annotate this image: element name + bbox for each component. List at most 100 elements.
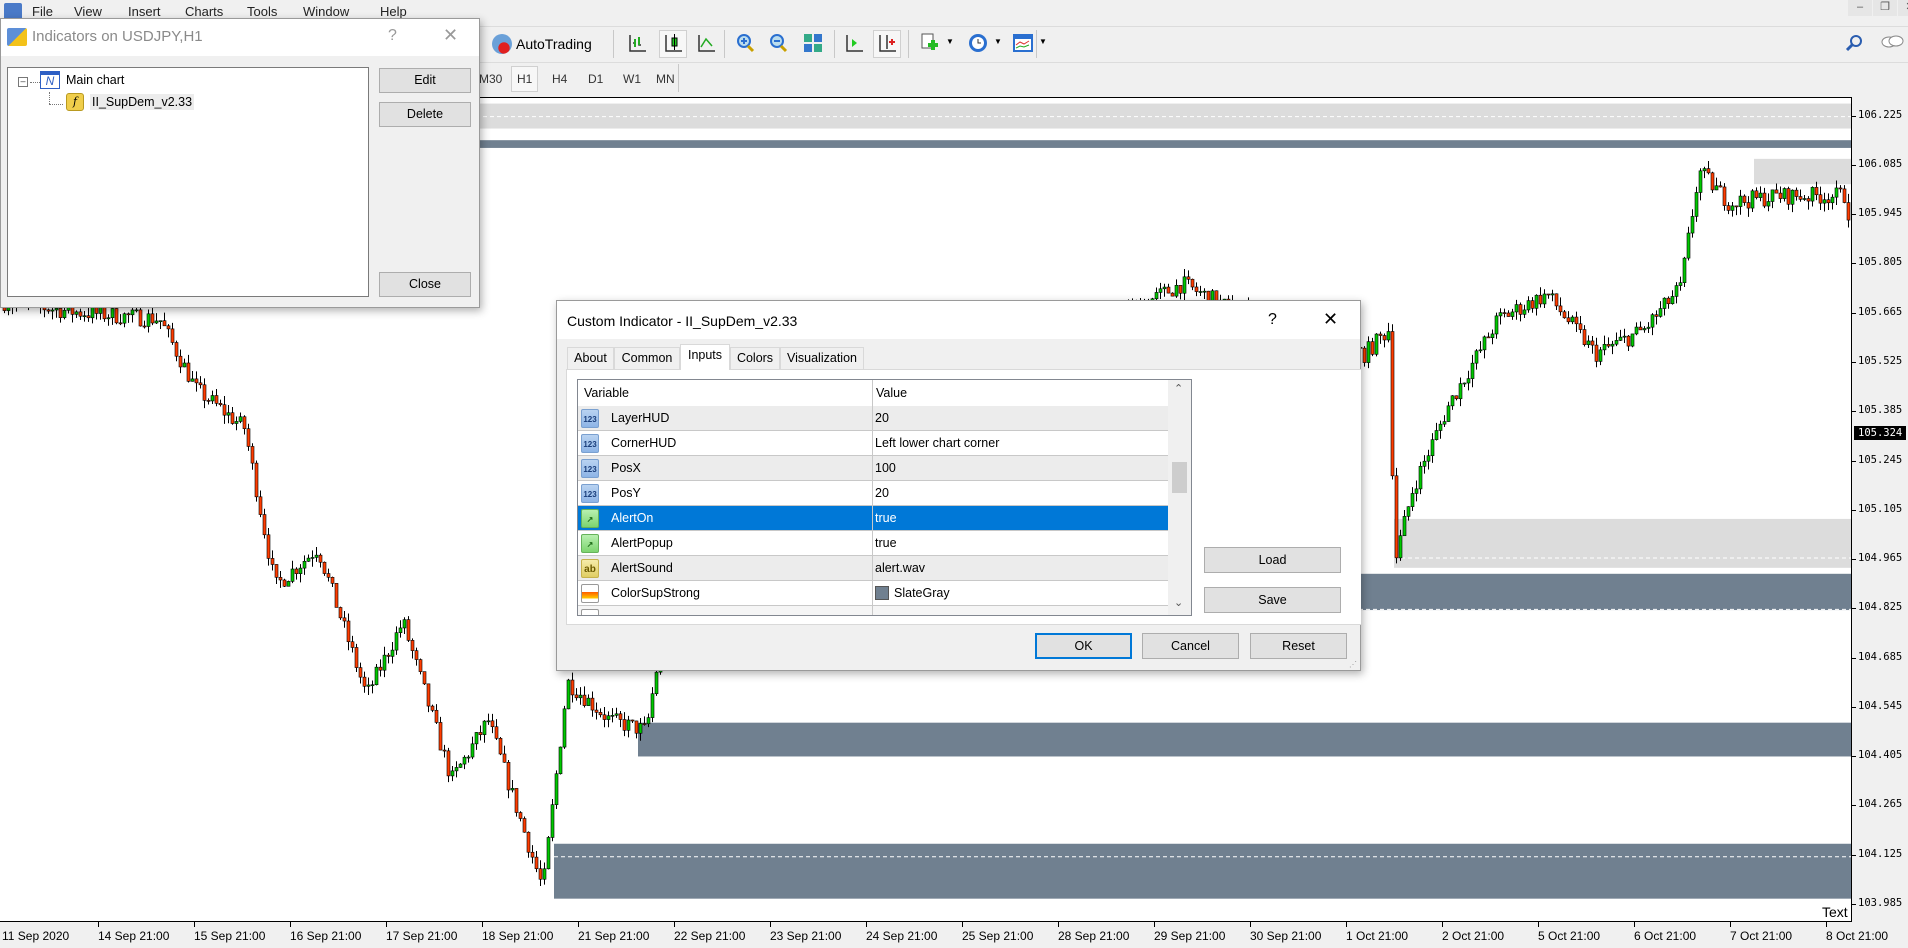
- scroll-thumb[interactable]: [1172, 462, 1187, 493]
- variable-value[interactable]: SlateGray: [894, 586, 950, 600]
- help-button[interactable]: ?: [1268, 311, 1277, 329]
- zoom-out-button[interactable]: [764, 30, 792, 58]
- time-tick: [386, 922, 387, 927]
- price-label: 104.965: [1858, 552, 1903, 565]
- grid-row-cornerhud[interactable]: 123 CornerHUD Left lower chart corner: [578, 431, 1168, 456]
- column-header-variable[interactable]: Variable: [584, 386, 629, 400]
- dropdown-arrow-icon[interactable]: ▼: [946, 37, 954, 46]
- ok-button[interactable]: OK: [1035, 633, 1132, 659]
- variable-value[interactable]: 20: [875, 486, 889, 500]
- minimize-button[interactable]: –: [1848, 0, 1872, 16]
- tab-inputs[interactable]: Inputs: [680, 344, 730, 370]
- tab-common[interactable]: Common: [614, 347, 680, 369]
- restore-button[interactable]: ❐: [1873, 0, 1897, 16]
- timeframe-h4[interactable]: H4: [547, 66, 572, 92]
- bull-candle: [130, 309, 135, 316]
- bull-candle: [466, 756, 471, 759]
- dialog-titlebar[interactable]: Indicators on USDJPY,H1 ? ✕: [1, 19, 479, 56]
- scroll-down-icon[interactable]: ⌄: [1174, 596, 1183, 609]
- bear-candle: [1778, 192, 1783, 199]
- bull-candle: [546, 837, 551, 870]
- load-button[interactable]: Load: [1204, 547, 1341, 573]
- new-indicator-button[interactable]: [916, 30, 944, 58]
- candlestick-chart-button[interactable]: [659, 30, 687, 58]
- scroll-up-icon[interactable]: ⌃: [1174, 382, 1183, 395]
- bar-chart-button[interactable]: [623, 30, 651, 58]
- grid-row-alertsound[interactable]: ab AlertSound alert.wav: [578, 556, 1168, 581]
- close-button[interactable]: ✕: [1898, 0, 1908, 16]
- variable-value[interactable]: Left lower chart corner: [875, 436, 999, 450]
- bear-candle: [258, 496, 263, 515]
- column-header-value[interactable]: Value: [876, 386, 907, 400]
- bear-candle: [330, 577, 335, 584]
- help-button[interactable]: ?: [388, 27, 397, 45]
- close-button[interactable]: Close: [379, 272, 471, 297]
- menu-tools[interactable]: Tools: [247, 4, 277, 19]
- variable-value[interactable]: 100: [875, 461, 896, 475]
- tab-visualization[interactable]: Visualization: [780, 347, 864, 369]
- variable-value[interactable]: true: [875, 511, 897, 525]
- bull-candle: [1658, 308, 1663, 317]
- autotrading-button[interactable]: AutoTrading: [492, 30, 592, 58]
- grid-row-alerton[interactable]: ↗ AlertOn true: [578, 506, 1168, 531]
- string-type-icon: ab: [581, 559, 599, 578]
- grid-row-alertpopup[interactable]: ↗ AlertPopup true: [578, 531, 1168, 556]
- close-icon[interactable]: ✕: [443, 25, 458, 46]
- timeframe-d1[interactable]: D1: [583, 66, 608, 92]
- templates-button[interactable]: [1009, 30, 1037, 58]
- menu-view[interactable]: View: [74, 4, 102, 19]
- tree-item-main-chart[interactable]: Main chart: [66, 73, 124, 87]
- cancel-button[interactable]: Cancel: [1142, 633, 1239, 659]
- grid-row-posy[interactable]: 123 PosY 20: [578, 481, 1168, 506]
- timeframe-mn[interactable]: MN: [651, 66, 680, 92]
- bull-candle: [1830, 196, 1835, 204]
- search-icon[interactable]: [1845, 34, 1863, 52]
- line-chart-button[interactable]: [692, 30, 720, 58]
- grid-row-posx[interactable]: 123 PosX 100: [578, 456, 1168, 481]
- menu-help[interactable]: Help: [380, 4, 407, 19]
- tree-item-indicator[interactable]: II_SupDem_v2.33: [90, 94, 195, 110]
- bull-candle: [1698, 170, 1703, 193]
- timeframe-h1[interactable]: H1: [511, 66, 539, 92]
- delete-button[interactable]: Delete: [379, 102, 471, 127]
- time-label: 11 Sep 2020: [2, 929, 70, 943]
- resize-grip-icon[interactable]: ⋰: [1349, 660, 1357, 669]
- reset-button[interactable]: Reset: [1250, 633, 1347, 659]
- column-divider: [872, 581, 873, 606]
- periods-clock-button[interactable]: [964, 30, 992, 58]
- tab-about[interactable]: About: [567, 347, 614, 369]
- variable-value[interactable]: true: [875, 536, 897, 550]
- variable-value[interactable]: 20: [875, 411, 889, 425]
- bull-candle: [1198, 291, 1203, 293]
- integer-type-icon: 123: [581, 434, 599, 453]
- grid-row-layerhud[interactable]: 123 LayerHUD 20: [578, 406, 1168, 431]
- bull-candle: [1442, 421, 1447, 425]
- bear-candle: [1562, 311, 1567, 319]
- dialog-titlebar[interactable]: Custom Indicator - II_SupDem_v2.33 ? ✕: [557, 301, 1360, 339]
- grid-row-colorsupstrong[interactable]: ColorSupStrong SlateGray: [578, 581, 1168, 606]
- grid-scrollbar[interactable]: ⌃ ⌄: [1168, 380, 1191, 615]
- menu-insert[interactable]: Insert: [128, 4, 161, 19]
- chart-shift-button[interactable]: [840, 30, 868, 58]
- grid-row-partial[interactable]: [578, 606, 1168, 615]
- timeframe-w1[interactable]: W1: [618, 66, 646, 92]
- variable-value[interactable]: alert.wav: [875, 561, 925, 575]
- edit-button[interactable]: Edit: [379, 68, 471, 93]
- price-tick: [1852, 608, 1856, 610]
- tab-colors[interactable]: Colors: [730, 347, 780, 369]
- bear-candle: [1178, 285, 1183, 294]
- collapse-icon[interactable]: –: [18, 77, 28, 87]
- menu-window[interactable]: Window: [303, 4, 349, 19]
- menu-file[interactable]: File: [32, 4, 53, 19]
- bull-candle: [62, 310, 67, 318]
- menu-charts[interactable]: Charts: [185, 4, 223, 19]
- zoom-in-button[interactable]: [731, 30, 759, 58]
- close-icon[interactable]: ✕: [1323, 309, 1338, 330]
- tile-windows-button[interactable]: [799, 30, 827, 58]
- save-button[interactable]: Save: [1204, 587, 1341, 613]
- chat-icon[interactable]: [1880, 34, 1904, 52]
- auto-scroll-button[interactable]: [873, 30, 901, 58]
- dropdown-arrow-icon[interactable]: ▼: [1039, 37, 1047, 46]
- dropdown-arrow-icon[interactable]: ▼: [994, 37, 1002, 46]
- integer-type-icon: 123: [581, 484, 599, 503]
